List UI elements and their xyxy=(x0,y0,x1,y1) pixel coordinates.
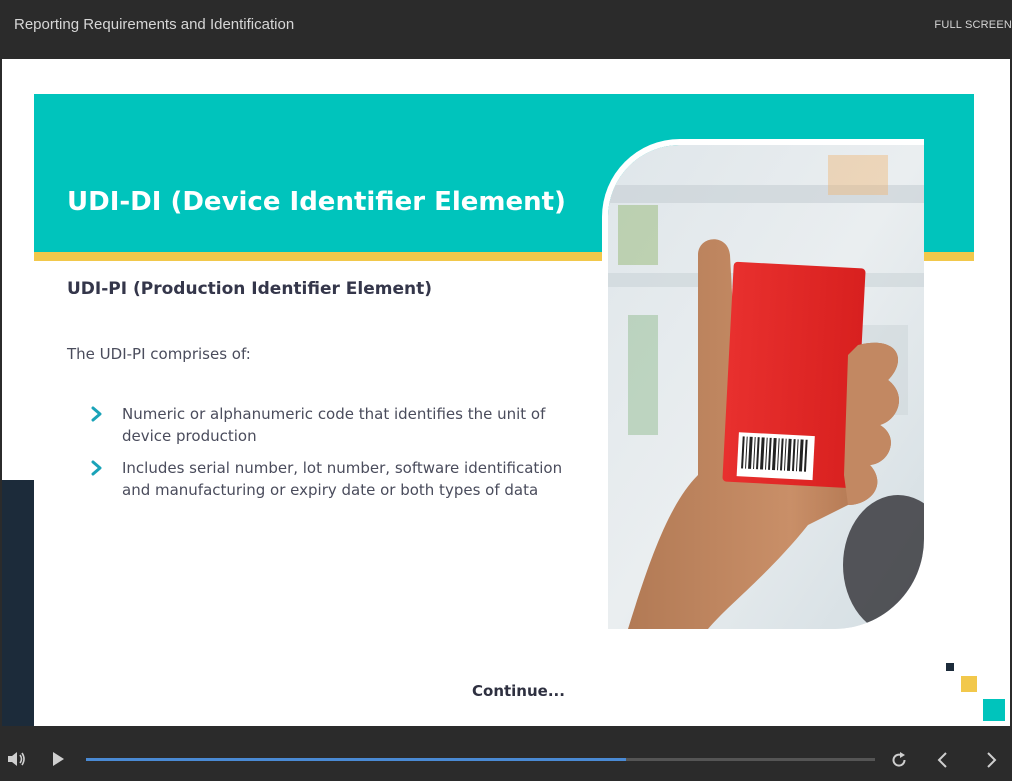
volume-button[interactable] xyxy=(6,749,28,769)
left-accent-bar xyxy=(2,480,34,726)
chevron-left-icon xyxy=(937,752,947,768)
continue-button[interactable]: Continue... xyxy=(472,682,565,700)
player-controls xyxy=(0,726,1012,781)
previous-slide-button[interactable] xyxy=(934,750,952,770)
decor-square xyxy=(946,663,954,671)
next-slide-button[interactable] xyxy=(982,750,1000,770)
course-title: Reporting Requirements and Identificatio… xyxy=(14,16,295,33)
intro-text: The UDI-PI comprises of: xyxy=(67,345,251,363)
progress-bar[interactable] xyxy=(86,758,875,761)
chevron-right-icon xyxy=(91,460,102,476)
decor-square xyxy=(961,676,977,692)
play-button[interactable] xyxy=(50,751,66,767)
bullet-text: Numeric or alphanumeric code that identi… xyxy=(122,405,546,445)
top-bar: Reporting Requirements and Identificatio… xyxy=(0,0,1012,59)
list-item: Numeric or alphanumeric code that identi… xyxy=(88,403,568,447)
chevron-right-icon xyxy=(987,752,997,768)
sub-heading: UDI-PI (Production Identifier Element) xyxy=(67,279,433,299)
hand-holding-box-image xyxy=(608,145,924,629)
list-item: Includes serial number, lot number, soft… xyxy=(88,457,568,501)
slide-title: UDI-DI (Device Identifier Element) xyxy=(67,187,566,217)
replay-button[interactable] xyxy=(889,750,909,770)
slide: UDI-DI (Device Identifier Element) UDI-P… xyxy=(2,59,1010,726)
fullscreen-button[interactable]: FULL SCREEN xyxy=(934,19,1012,31)
progress-fill xyxy=(86,758,627,761)
volume-icon xyxy=(8,752,25,766)
bullet-text: Includes serial number, lot number, soft… xyxy=(122,459,563,499)
bullet-list: Numeric or alphanumeric code that identi… xyxy=(88,403,568,511)
chevron-right-icon xyxy=(91,406,102,422)
play-icon xyxy=(53,752,64,766)
decor-square xyxy=(983,699,1005,721)
replay-icon xyxy=(892,752,906,767)
product-photo xyxy=(602,139,924,629)
